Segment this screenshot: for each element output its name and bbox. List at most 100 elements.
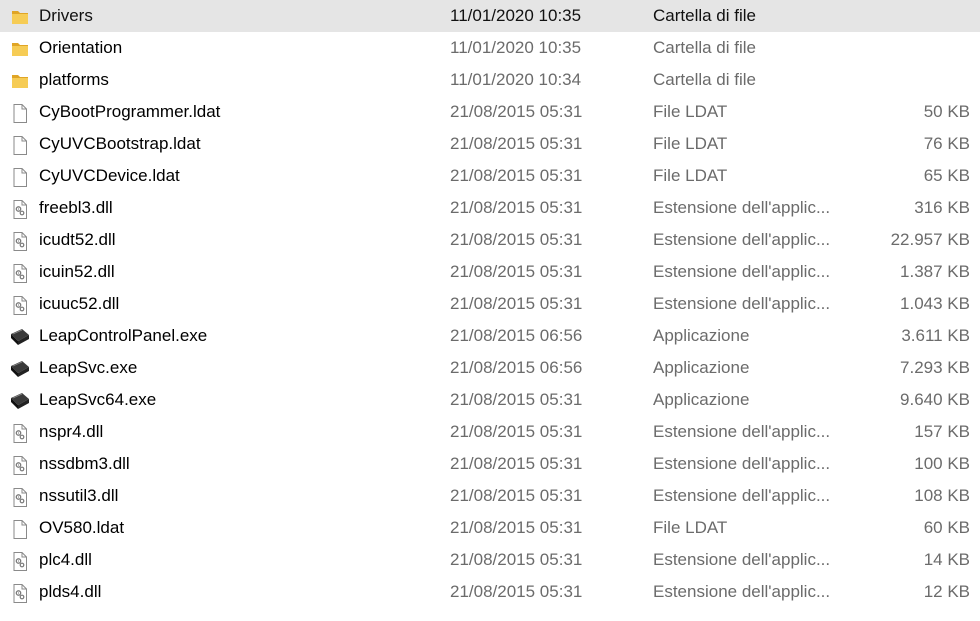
file-type: Applicazione [653,390,750,409]
blank-file-icon [9,102,31,124]
file-name: Orientation [39,38,123,57]
file-name: plc4.dll [39,550,92,569]
file-name: LeapControlPanel.exe [39,326,208,345]
file-type: Applicazione [653,326,750,345]
file-name: platforms [39,70,109,89]
file-row[interactable]: CyUVCBootstrap.ldat 21/08/2015 05:31 File … [0,128,980,160]
file-size: 9.640 KB [900,390,970,409]
dll-file-icon [9,198,31,220]
file-type: File LDAT [653,166,728,185]
folder-icon [9,38,31,60]
file-size: 60 KB [923,518,970,537]
file-name: CyBootProgrammer.ldat [39,102,221,121]
file-size: 316 KB [914,198,970,217]
leap-device-icon [9,390,31,412]
file-row[interactable]: freebl3.dll 21/08/2015 05:31 Estensione de… [0,192,980,224]
file-size: 157 KB [914,422,970,441]
file-row[interactable]: plds4.dll 21/08/2015 05:31 Estensione dell… [0,576,980,608]
file-date: 21/08/2015 05:31 [450,582,583,601]
file-row[interactable]: CyBootProgrammer.ldat 21/08/2015 05:31 Fil… [0,96,980,128]
file-name: icudt52.dll [39,230,116,249]
file-name: CyUVCBootstrap.ldat [39,134,201,153]
file-type: File LDAT [653,134,728,153]
file-type: File LDAT [653,518,728,537]
file-name: icuin52.dll [39,262,115,281]
file-row[interactable]: nspr4.dll 21/08/2015 05:31 Estensione dell… [0,416,980,448]
file-date: 21/08/2015 05:31 [450,198,583,217]
blank-file-icon [9,166,31,188]
file-date: 21/08/2015 05:31 [450,134,583,153]
leap-device-icon [9,358,31,380]
file-row[interactable]: LeapControlPanel.exe 21/08/2015 06:56 Appl… [0,320,980,352]
file-name: icuuc52.dll [39,294,120,313]
dll-file-icon [9,230,31,252]
file-date: 21/08/2015 05:31 [450,390,583,409]
file-row[interactable]: icuin52.dll 21/08/2015 05:31 Estensione de… [0,256,980,288]
file-size: 1.043 KB [900,294,970,313]
file-size: 14 KB [923,550,970,569]
file-size: 100 KB [914,454,970,473]
dll-file-icon [9,582,31,604]
file-size: 65 KB [923,166,970,185]
file-name: LeapSvc64.exe [39,390,157,409]
file-name: LeapSvc.exe [39,358,138,377]
file-list: Drivers 11/01/2020 10:35 Cartella di file O… [0,0,980,621]
file-row[interactable]: Orientation 11/01/2020 10:35 Cartella di f… [0,32,980,64]
file-row[interactable]: plc4.dll 21/08/2015 05:31 Estensione dell'… [0,544,980,576]
dll-file-icon [9,486,31,508]
file-type: Estensione dell'applic... [653,422,831,441]
file-row[interactable]: LeapSvc.exe 21/08/2015 06:56 Applicazione 7… [0,352,980,384]
file-date: 11/01/2020 10:35 [450,38,582,57]
file-size: 108 KB [914,486,970,505]
file-type: Estensione dell'applic... [653,550,831,569]
file-name: nssutil3.dll [39,486,119,505]
file-type: Cartella di file [653,6,756,25]
folder-icon [9,6,31,28]
file-date: 21/08/2015 05:31 [450,294,583,313]
file-date: 21/08/2015 06:56 [450,326,583,345]
file-row[interactable]: CyUVCDevice.ldat 21/08/2015 05:31 File LDA… [0,160,980,192]
file-size: 76 KB [923,134,970,153]
file-name: Drivers [39,6,93,25]
file-date: 21/08/2015 05:31 [450,166,583,185]
file-type: Estensione dell'applic... [653,582,831,601]
file-date: 21/08/2015 05:31 [450,230,583,249]
file-name: nssdbm3.dll [39,454,130,473]
file-type: Estensione dell'applic... [653,294,831,313]
file-size: 50 KB [923,102,970,121]
file-size: 22.957 KB [890,230,970,249]
file-date: 21/08/2015 05:31 [450,550,583,569]
file-row[interactable]: nssdbm3.dll 21/08/2015 05:31 Estensione de… [0,448,980,480]
file-row[interactable]: Drivers 11/01/2020 10:35 Cartella di file [0,0,980,32]
file-date: 21/08/2015 05:31 [450,262,583,281]
blank-file-icon [9,518,31,540]
file-type: Estensione dell'applic... [653,262,831,281]
file-type: File LDAT [653,102,728,121]
dll-file-icon [9,262,31,284]
file-row[interactable]: OV580.ldat 21/08/2015 05:31 File LDAT 60 KB [0,512,980,544]
file-type: Estensione dell'applic... [653,230,831,249]
file-row[interactable]: icuuc52.dll 21/08/2015 05:31 Estensione de… [0,288,980,320]
dll-file-icon [9,550,31,572]
file-size: 1.387 KB [900,262,970,281]
file-date: 11/01/2020 10:35 [450,6,582,25]
file-name: plds4.dll [39,582,102,601]
file-row[interactable]: LeapSvc64.exe 21/08/2015 05:31 Applicazion… [0,384,980,416]
file-name: OV580.ldat [39,518,125,537]
file-date: 21/08/2015 05:31 [450,518,583,537]
dll-file-icon [9,294,31,316]
file-type: Cartella di file [653,38,756,57]
file-size: 12 KB [923,582,970,601]
file-row[interactable]: platforms 11/01/2020 10:34 Cartella di fil… [0,64,980,96]
file-date: 21/08/2015 05:31 [450,486,583,505]
file-date: 21/08/2015 05:31 [450,102,583,121]
file-type: Cartella di file [653,70,756,89]
file-type: Estensione dell'applic... [653,454,831,473]
dll-file-icon [9,422,31,444]
file-row[interactable]: icudt52.dll 21/08/2015 05:31 Estensione de… [0,224,980,256]
leap-device-icon [9,326,31,348]
file-name: freebl3.dll [39,198,113,217]
folder-icon [9,70,31,92]
file-name: nspr4.dll [39,422,104,441]
file-row[interactable]: nssutil3.dll 21/08/2015 05:31 Estensione d… [0,480,980,512]
